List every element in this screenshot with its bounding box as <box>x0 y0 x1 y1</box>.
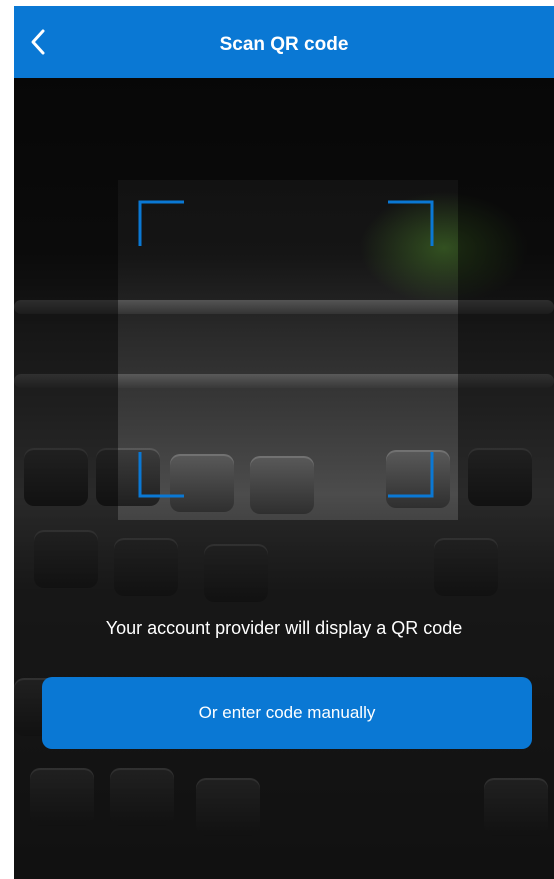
scan-qr-screen: Scan QR code Your account provider will … <box>14 6 554 879</box>
frame-corner-top-left <box>138 200 184 246</box>
scan-frame <box>118 180 458 520</box>
frame-corner-bottom-right <box>388 452 434 498</box>
enter-code-manually-button[interactable]: Or enter code manually <box>42 677 532 749</box>
scan-instruction: Your account provider will display a QR … <box>105 618 463 638</box>
chevron-left-icon <box>31 29 45 55</box>
back-button[interactable] <box>20 24 56 60</box>
frame-corner-bottom-left <box>138 452 184 498</box>
frame-corner-top-right <box>388 200 434 246</box>
page-title: Scan QR code <box>219 34 349 55</box>
app-header: Scan QR code <box>14 6 554 78</box>
